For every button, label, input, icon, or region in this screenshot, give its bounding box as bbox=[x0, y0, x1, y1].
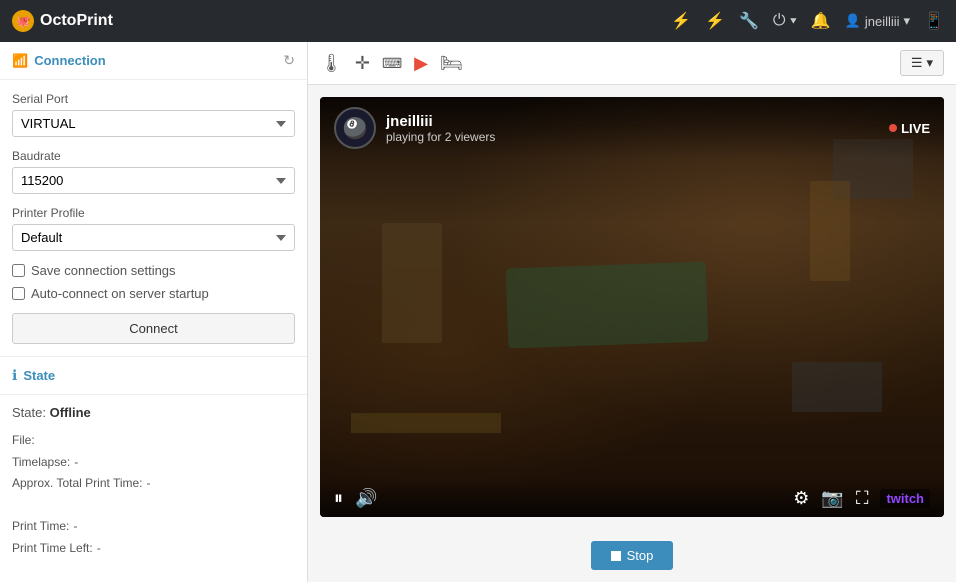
serial-port-group: Serial Port VIRTUAL bbox=[12, 92, 295, 137]
user-menu[interactable]: 👤 jneilliii ▾ bbox=[845, 13, 910, 29]
lightning2-icon[interactable]: ⚡ bbox=[705, 11, 725, 31]
toolbar: 🌡 ✛ ⌨ ▶ 🛏 ☰ ▾ bbox=[308, 42, 956, 85]
video-decoration-2 bbox=[506, 262, 709, 349]
stop-area: Stop bbox=[308, 529, 956, 582]
username: jneilliii bbox=[865, 14, 900, 29]
state-label: State: bbox=[12, 405, 46, 420]
approx-value: - bbox=[147, 473, 151, 495]
fullscreen-icon[interactable]: ⛶ bbox=[856, 488, 869, 509]
stream-overlay-bottom: ⏸ 🔊 ⚙ 📷 ⛶ twitch bbox=[320, 480, 944, 517]
streamer-name: jneilliii bbox=[386, 113, 879, 130]
baudrate-select[interactable]: 115200 bbox=[12, 167, 295, 194]
sidebar: 📶 Connection ↻ Serial Port VIRTUAL Baudr… bbox=[0, 42, 308, 582]
save-settings-checkbox[interactable] bbox=[12, 264, 25, 277]
wrench-icon[interactable]: 🔧 bbox=[739, 11, 759, 31]
connection-section-header: 📶 Connection ↻ bbox=[0, 42, 307, 80]
live-badge: LIVE bbox=[889, 121, 930, 136]
state-body: State: Offline File: Timelapse: - Approx… bbox=[0, 395, 307, 570]
bell-icon[interactable]: 🔔 bbox=[811, 11, 831, 31]
main-content: 🌡 ✛ ⌨ ▶ 🛏 ☰ ▾ bbox=[308, 42, 956, 582]
printer-profile-select[interactable]: Default bbox=[12, 224, 295, 251]
volume-icon[interactable]: 🔊 bbox=[355, 488, 377, 509]
refresh-icon[interactable]: ↻ bbox=[283, 52, 295, 69]
lightning1-icon[interactable]: ⚡ bbox=[671, 11, 691, 31]
timelapse-row: Timelapse: - bbox=[12, 452, 295, 474]
stop-label: Stop bbox=[627, 548, 654, 563]
print-time-left-value: - bbox=[97, 538, 101, 560]
record-icon[interactable]: ▶ bbox=[414, 53, 428, 74]
state-title: State bbox=[23, 368, 55, 383]
user-icon: 👤 bbox=[845, 13, 861, 29]
printer-profile-label: Printer Profile bbox=[12, 206, 295, 220]
timelapse-value: - bbox=[74, 452, 78, 474]
timelapse-label: Timelapse: bbox=[12, 452, 70, 474]
brand: 🐙 OctoPrint bbox=[12, 10, 113, 32]
state-section-header: ℹ State bbox=[0, 356, 307, 395]
user-dropdown-icon: ▾ bbox=[904, 13, 911, 29]
video-container: 🎱 jneilliii playing for 2 viewers LIVE ⏸… bbox=[320, 97, 944, 517]
hamburger-icon: ☰ bbox=[911, 55, 923, 71]
serial-port-label: Serial Port bbox=[12, 92, 295, 106]
video-wrapper: 🎱 jneilliii playing for 2 viewers LIVE ⏸… bbox=[320, 97, 944, 517]
connection-title: 📶 Connection bbox=[12, 53, 106, 69]
pause-icon[interactable]: ⏸ bbox=[334, 488, 343, 509]
printer-profile-group: Printer Profile Default bbox=[12, 206, 295, 251]
video-decoration-5 bbox=[351, 413, 501, 433]
screenshot-icon[interactable]: 📷 bbox=[821, 488, 843, 509]
state-value: Offline bbox=[50, 405, 91, 420]
brand-name: OctoPrint bbox=[40, 12, 113, 30]
stop-icon bbox=[611, 551, 621, 561]
mobile-icon[interactable]: 📱 bbox=[924, 11, 944, 31]
video-decoration-6 bbox=[792, 362, 882, 412]
navbar: 🐙 OctoPrint ⚡ ⚡ 🔧 ⏻ ▾ 🔔 👤 jneilliii ▾ 📱 bbox=[0, 0, 956, 42]
print-time-left-row: Print Time Left: - bbox=[12, 538, 295, 560]
main-layout: 📶 Connection ↻ Serial Port VIRTUAL Baudr… bbox=[0, 42, 956, 582]
brand-icon: 🐙 bbox=[12, 10, 34, 32]
streamer-info: jneilliii playing for 2 viewers bbox=[386, 113, 879, 144]
baudrate-group: Baudrate 115200 bbox=[12, 149, 295, 194]
approx-row: Approx. Total Print Time: - bbox=[12, 473, 295, 495]
connect-button[interactable]: Connect bbox=[12, 313, 295, 344]
navbar-icons: ⚡ ⚡ 🔧 ⏻ ▾ 🔔 👤 jneilliii ▾ 📱 bbox=[671, 11, 944, 31]
bed-icon[interactable]: 🛏 bbox=[440, 53, 463, 74]
terminal-icon[interactable]: ⌨ bbox=[382, 55, 402, 72]
print-time-value: - bbox=[73, 516, 77, 538]
file-label: File: bbox=[12, 430, 35, 452]
print-time-row: Print Time: - bbox=[12, 516, 295, 538]
stop-button[interactable]: Stop bbox=[591, 541, 674, 570]
live-label: LIVE bbox=[901, 121, 930, 136]
menu-dropdown-icon: ▾ bbox=[926, 55, 933, 71]
print-time-left-label: Print Time Left: bbox=[12, 538, 93, 560]
file-row: File: bbox=[12, 430, 295, 452]
approx-label: Approx. Total Print Time: bbox=[12, 473, 143, 495]
power-icon[interactable]: ⏻ ▾ bbox=[773, 12, 797, 30]
state-status: State: Offline bbox=[12, 405, 295, 420]
save-settings-label: Save connection settings bbox=[31, 263, 176, 278]
baudrate-label: Baudrate bbox=[12, 149, 295, 163]
connection-body: Serial Port VIRTUAL Baudrate 115200 Prin… bbox=[0, 80, 307, 356]
avatar-emoji: 🎱 bbox=[343, 116, 368, 141]
auto-connect-checkbox[interactable] bbox=[12, 287, 25, 300]
print-time-label: Print Time: bbox=[12, 516, 69, 538]
state-info: File: Timelapse: - Approx. Total Print T… bbox=[12, 430, 295, 560]
streamer-subtitle: playing for 2 viewers bbox=[386, 130, 879, 144]
serial-port-select[interactable]: VIRTUAL bbox=[12, 110, 295, 137]
twitch-logo: twitch bbox=[880, 489, 930, 508]
auto-connect-label: Auto-connect on server startup bbox=[31, 286, 209, 301]
connection-label: Connection bbox=[34, 53, 106, 68]
stream-overlay-top: 🎱 jneilliii playing for 2 viewers LIVE bbox=[320, 97, 944, 159]
video-decoration-1 bbox=[382, 223, 442, 343]
toolbar-menu-button[interactable]: ☰ ▾ bbox=[900, 50, 944, 76]
settings-icon[interactable]: ⚙ bbox=[793, 488, 809, 509]
move-icon[interactable]: ✛ bbox=[355, 53, 370, 74]
streamer-avatar: 🎱 bbox=[334, 107, 376, 149]
auto-connect-row: Auto-connect on server startup bbox=[12, 286, 295, 301]
live-dot bbox=[889, 124, 897, 132]
signal-icon: 📶 bbox=[12, 53, 28, 69]
video-decoration-4 bbox=[810, 181, 850, 281]
temperature-icon[interactable]: 🌡 bbox=[320, 53, 343, 74]
info-icon: ℹ bbox=[12, 367, 17, 384]
save-settings-row: Save connection settings bbox=[12, 263, 295, 278]
